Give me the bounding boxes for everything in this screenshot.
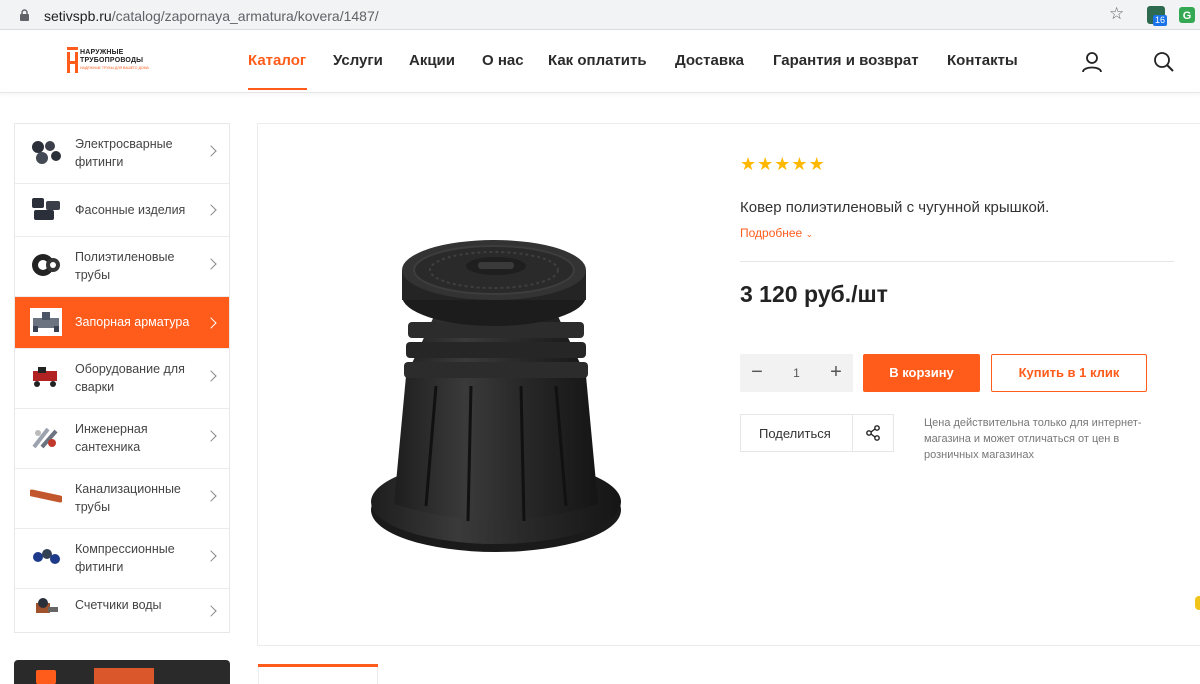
star-icon: ★ xyxy=(740,154,757,174)
shutoff-valves-thumb-icon xyxy=(30,308,62,336)
sewer-pipes-thumb-icon xyxy=(30,489,62,503)
star-icon: ★ xyxy=(808,154,825,174)
url-text[interactable]: setivspb.ru/catalog/zapornaya_armatura/k… xyxy=(44,8,379,24)
svg-text:G: G xyxy=(1183,10,1192,22)
logo-line2: ТРУБОПРОВОДЫ xyxy=(80,57,144,64)
star-icon: ★ xyxy=(791,154,808,174)
user-icon[interactable] xyxy=(1081,51,1103,73)
browser-toolbar: setivspb.ru/catalog/zapornaya_armatura/k… xyxy=(0,0,1200,30)
nav-services[interactable]: Услуги xyxy=(333,52,383,69)
sidebar-item-label: Канализационные трубы xyxy=(75,482,181,514)
share-icon[interactable] xyxy=(865,425,881,441)
water-meters-thumb-icon xyxy=(36,598,58,613)
catalog-sidebar: Электросварные фитинги Фасонные изделия … xyxy=(14,123,230,633)
shaped-products-thumb-icon xyxy=(32,198,60,220)
nav-contacts[interactable]: Контакты xyxy=(947,52,1018,69)
pe-pipes-thumb-icon xyxy=(32,254,60,276)
chevron-right-icon xyxy=(205,258,217,270)
more-link-label: Подробнее xyxy=(740,226,803,240)
site-logo[interactable]: НАРУЖНЫЕ ТРУБОПРОВОДЫ НАДЁЖНЫЕ ТРУБЫ ДЛЯ… xyxy=(67,47,149,75)
chevron-right-icon xyxy=(205,550,217,562)
sidebar-item-label: Счетчики воды xyxy=(75,598,162,612)
chevron-down-icon: ⌄ xyxy=(805,229,814,239)
sidebar-item-plumbing[interactable]: Инженерная сантехника xyxy=(15,409,229,469)
product-tab[interactable] xyxy=(258,667,378,684)
sidebar-item-label: Фасонные изделия xyxy=(75,203,186,217)
increase-quantity-button[interactable]: + xyxy=(819,354,853,392)
share-separator xyxy=(852,415,853,451)
chevron-right-icon xyxy=(205,317,217,329)
sidebar-item-shaped-products[interactable]: Фасонные изделия xyxy=(15,184,229,237)
add-to-cart-button[interactable]: В корзину xyxy=(863,354,980,392)
url-host: setivspb.ru xyxy=(44,8,112,24)
nav-delivery[interactable]: Доставка xyxy=(675,52,744,69)
lock-icon xyxy=(20,9,29,21)
buy-one-click-button[interactable]: Купить в 1 клик xyxy=(991,354,1147,392)
chevron-right-icon xyxy=(205,430,217,442)
url-path: /catalog/zapornaya_armatura/kovera/1487/ xyxy=(111,8,379,24)
rating-stars: ★★★★★ xyxy=(740,154,826,175)
quantity-stepper: − + xyxy=(740,354,853,392)
sidebar-item-compression-fittings[interactable]: Компрессионные фитинги xyxy=(15,529,229,589)
plumbing-thumb-icon xyxy=(32,427,58,449)
nav-about[interactable]: О нас xyxy=(482,52,524,69)
sidebar-item-label: Оборудование для сварки xyxy=(75,362,185,394)
star-icon: ★ xyxy=(757,154,774,174)
compression-fittings-thumb-icon xyxy=(33,549,60,564)
promo-graphic xyxy=(94,668,154,684)
chevron-right-icon xyxy=(205,370,217,382)
extension-g-icon[interactable]: G xyxy=(1178,6,1196,24)
logo-tagline: НАДЁЖНЫЕ ТРУБЫ ДЛЯ ВАШЕГО ДОМА xyxy=(80,66,149,70)
chevron-right-icon xyxy=(205,204,217,216)
nav-warranty[interactable]: Гарантия и возврат xyxy=(773,52,919,69)
nav-catalog[interactable]: Каталог xyxy=(248,52,306,69)
sidebar-item-label: Компрессионные фитинги xyxy=(75,542,175,574)
chevron-right-icon xyxy=(205,145,217,157)
nav-active-underline xyxy=(248,88,307,90)
decrease-quantity-button[interactable]: − xyxy=(740,354,774,392)
sidebar-item-label: Полиэтиленовые трубы xyxy=(75,250,175,282)
sidebar-item-water-meters[interactable]: Счетчики воды xyxy=(15,589,229,632)
chevron-right-icon xyxy=(205,490,217,502)
more-link[interactable]: Подробнее ⌄ xyxy=(740,226,813,240)
chat-widget-edge[interactable] xyxy=(1195,596,1200,610)
chevron-right-icon xyxy=(205,605,217,617)
extension-badge: 16 xyxy=(1153,15,1168,26)
sidebar-item-label: Инженерная сантехника xyxy=(75,422,148,454)
logo-mark-icon xyxy=(67,47,78,73)
address-bar[interactable]: setivspb.ru/catalog/zapornaya_armatura/k… xyxy=(6,3,1134,27)
star-icon: ★ xyxy=(774,154,791,174)
logo-line1: НАРУЖНЫЕ xyxy=(80,49,124,56)
quantity-input[interactable] xyxy=(778,363,815,383)
sidebar-item-welding-equipment[interactable]: Оборудование для сварки xyxy=(15,349,229,409)
sidebar-item-shutoff-valves[interactable]: Запорная арматура xyxy=(15,297,229,349)
product-description: Ковер полиэтиленовый с чугунной крышкой. xyxy=(740,199,1050,216)
logo-text: НАРУЖНЫЕ ТРУБОПРОВОДЫ xyxy=(80,49,143,65)
share-button[interactable]: Поделиться xyxy=(740,414,894,452)
promo-banner[interactable] xyxy=(14,660,230,684)
product-price: 3 120 руб./шт xyxy=(740,281,888,307)
sidebar-item-sewer-pipes[interactable]: Канализационные трубы xyxy=(15,469,229,529)
sidebar-item-label: Электросварные фитинги xyxy=(75,137,173,169)
divider xyxy=(740,261,1174,262)
product-image[interactable] xyxy=(366,236,626,560)
welding-equipment-thumb-icon xyxy=(33,367,57,387)
nav-promotions[interactable]: Акции xyxy=(409,52,455,69)
search-icon[interactable] xyxy=(1153,51,1175,73)
promo-logo xyxy=(36,670,56,684)
site-header: НАРУЖНЫЕ ТРУБОПРОВОДЫ НАДЁЖНЫЕ ТРУБЫ ДЛЯ… xyxy=(0,31,1200,93)
nav-how-to-pay[interactable]: Как оплатить xyxy=(548,52,647,69)
share-label: Поделиться xyxy=(759,426,831,441)
electrofusion-fittings-thumb-icon xyxy=(32,141,61,164)
sidebar-item-label: Запорная арматура xyxy=(75,315,190,329)
sidebar-item-pe-pipes[interactable]: Полиэтиленовые трубы xyxy=(15,237,229,297)
price-note: Цена действительна только для интернет-м… xyxy=(924,417,1142,461)
bookmark-star-icon[interactable]: ☆ xyxy=(1109,4,1124,24)
sidebar-item-electrofusion-fittings[interactable]: Электросварные фитинги xyxy=(15,124,229,184)
